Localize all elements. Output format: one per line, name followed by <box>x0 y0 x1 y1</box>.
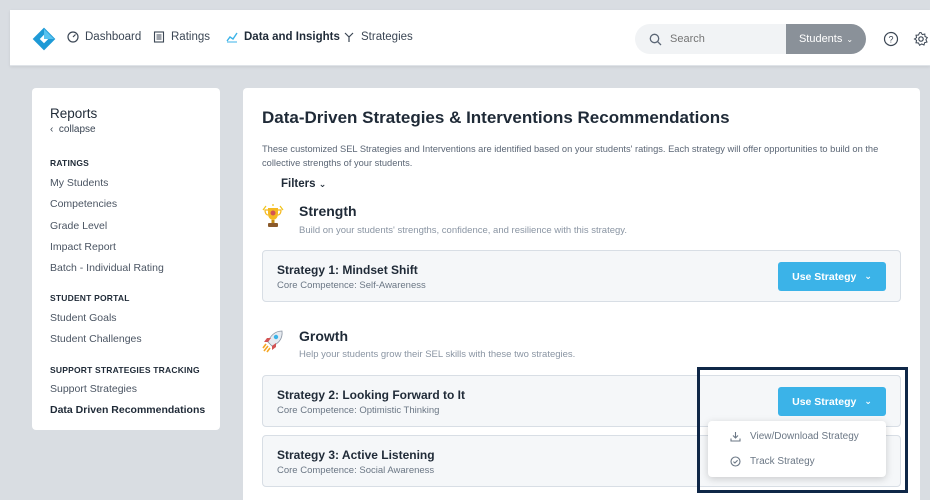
sidebar-item-my-students[interactable]: My Students <box>50 177 108 189</box>
strategy-card-mindset-shift: Strategy 1: Mindset Shift Core Competenc… <box>262 250 901 302</box>
search-box[interactable] <box>635 24 795 54</box>
nav-ratings-label: Ratings <box>171 31 210 43</box>
nav-data-and-insights[interactable]: Data and Insights <box>226 31 340 43</box>
strategy-competence: Core Competence: Social Awareness <box>277 465 435 476</box>
category-title-strength: Strength <box>299 203 357 219</box>
page-description: These customized SEL Strategies and Inte… <box>262 144 879 168</box>
chevron-down-icon: ⌄ <box>864 271 872 281</box>
dashboard-icon <box>67 31 79 43</box>
strategy-card-looking-forward: Strategy 2: Looking Forward to It Core C… <box>262 375 901 427</box>
gear-icon[interactable] <box>913 31 929 47</box>
sidebar-item-support-strategies[interactable]: Support Strategies <box>50 383 137 395</box>
nav-dashboard-label: Dashboard <box>85 31 142 43</box>
menu-item-view-download-strategy[interactable]: View/Download Strategy <box>730 431 859 442</box>
use-strategy-button[interactable]: Use Strategy ⌄ <box>778 262 886 291</box>
filters-label: Filters <box>281 178 316 190</box>
help-icon[interactable]: ? <box>883 31 899 47</box>
sidebar-item-batch-individual-rating[interactable]: Batch - Individual Rating <box>50 262 164 274</box>
strategy-title: Strategy 2: Looking Forward to It <box>277 388 466 402</box>
menu-item-track-strategy[interactable]: Track Strategy <box>730 456 815 467</box>
sidebar-item-competencies[interactable]: Competencies <box>50 198 117 210</box>
sidebar-item-impact-report[interactable]: Impact Report <box>50 241 116 253</box>
search-input[interactable] <box>670 33 780 45</box>
use-strategy-dropdown-menu: View/Download Strategy Track Strategy <box>708 421 886 477</box>
ratings-icon <box>153 31 165 43</box>
menu-item-label: Track Strategy <box>750 456 815 467</box>
nav-dashboard[interactable]: Dashboard <box>67 31 141 43</box>
use-strategy-label: Use Strategy <box>792 395 857 408</box>
chevron-down-icon: ⌄ <box>318 179 327 189</box>
category-title-growth: Growth <box>299 328 348 344</box>
strategy-title: Strategy 1: Mindset Shift <box>277 263 418 277</box>
sidebar-collapse-link[interactable]: ‹ collapse <box>50 124 202 135</box>
svg-text:?: ? <box>888 35 893 45</box>
nav-data-and-insights-label: Data and Insights <box>244 31 340 43</box>
category-description-growth: Help your students grow their SEL skills… <box>299 349 576 360</box>
nav-strategies-label: Strategies <box>361 31 413 43</box>
download-icon <box>730 432 741 442</box>
students-dropdown-button[interactable]: Students ⌄ <box>786 24 866 54</box>
rocket-icon <box>262 330 283 353</box>
strategy-competence: Core Competence: Optimistic Thinking <box>277 405 440 416</box>
category-description-strength: Build on your students' strengths, confi… <box>299 225 627 236</box>
app-logo-icon[interactable] <box>32 27 56 51</box>
check-circle-icon <box>730 456 741 467</box>
page-title: Data-Driven Strategies & Interventions R… <box>262 108 730 127</box>
sidebar-item-student-challenges[interactable]: Student Challenges <box>50 333 142 345</box>
sidebar-section-student-portal: STUDENT PORTAL <box>50 293 130 303</box>
chevron-down-icon: ⌄ <box>846 34 854 44</box>
trophy-icon <box>262 204 284 227</box>
strategy-title: Strategy 3: Active Listening <box>277 448 435 462</box>
strategies-icon <box>344 32 354 42</box>
students-label: Students <box>798 33 843 45</box>
nav-strategies[interactable]: Strategies <box>343 31 413 43</box>
sidebar-section-ratings: RATINGS <box>50 158 90 168</box>
sidebar-item-data-driven-recommendations[interactable]: Data Driven Recommendations <box>50 404 205 416</box>
reports-sidebar: Reports ‹ collapse RATINGS My Students C… <box>32 88 220 430</box>
chevron-left-icon: ‹ <box>50 124 54 135</box>
sidebar-item-grade-level[interactable]: Grade Level <box>50 220 107 232</box>
collapse-label: collapse <box>58 124 96 135</box>
filters-toggle[interactable]: Filters ⌄ <box>281 178 326 190</box>
chevron-down-icon: ⌄ <box>864 396 872 406</box>
strategy-competence: Core Competence: Self-Awareness <box>277 280 426 291</box>
insights-icon <box>226 32 238 43</box>
sidebar-section-support-strategies-tracking: SUPPORT STRATEGIES TRACKING <box>50 365 200 375</box>
menu-item-label: View/Download Strategy <box>750 431 859 442</box>
search-icon <box>649 33 662 45</box>
use-strategy-button[interactable]: Use Strategy ⌄ <box>778 387 886 416</box>
sidebar-title: Reports <box>50 106 98 121</box>
sidebar-item-student-goals[interactable]: Student Goals <box>50 312 117 324</box>
use-strategy-label: Use Strategy <box>792 270 857 283</box>
top-navigation-bar: Dashboard Ratings Data and Insights Stra… <box>10 10 930 66</box>
nav-ratings[interactable]: Ratings <box>153 31 210 43</box>
